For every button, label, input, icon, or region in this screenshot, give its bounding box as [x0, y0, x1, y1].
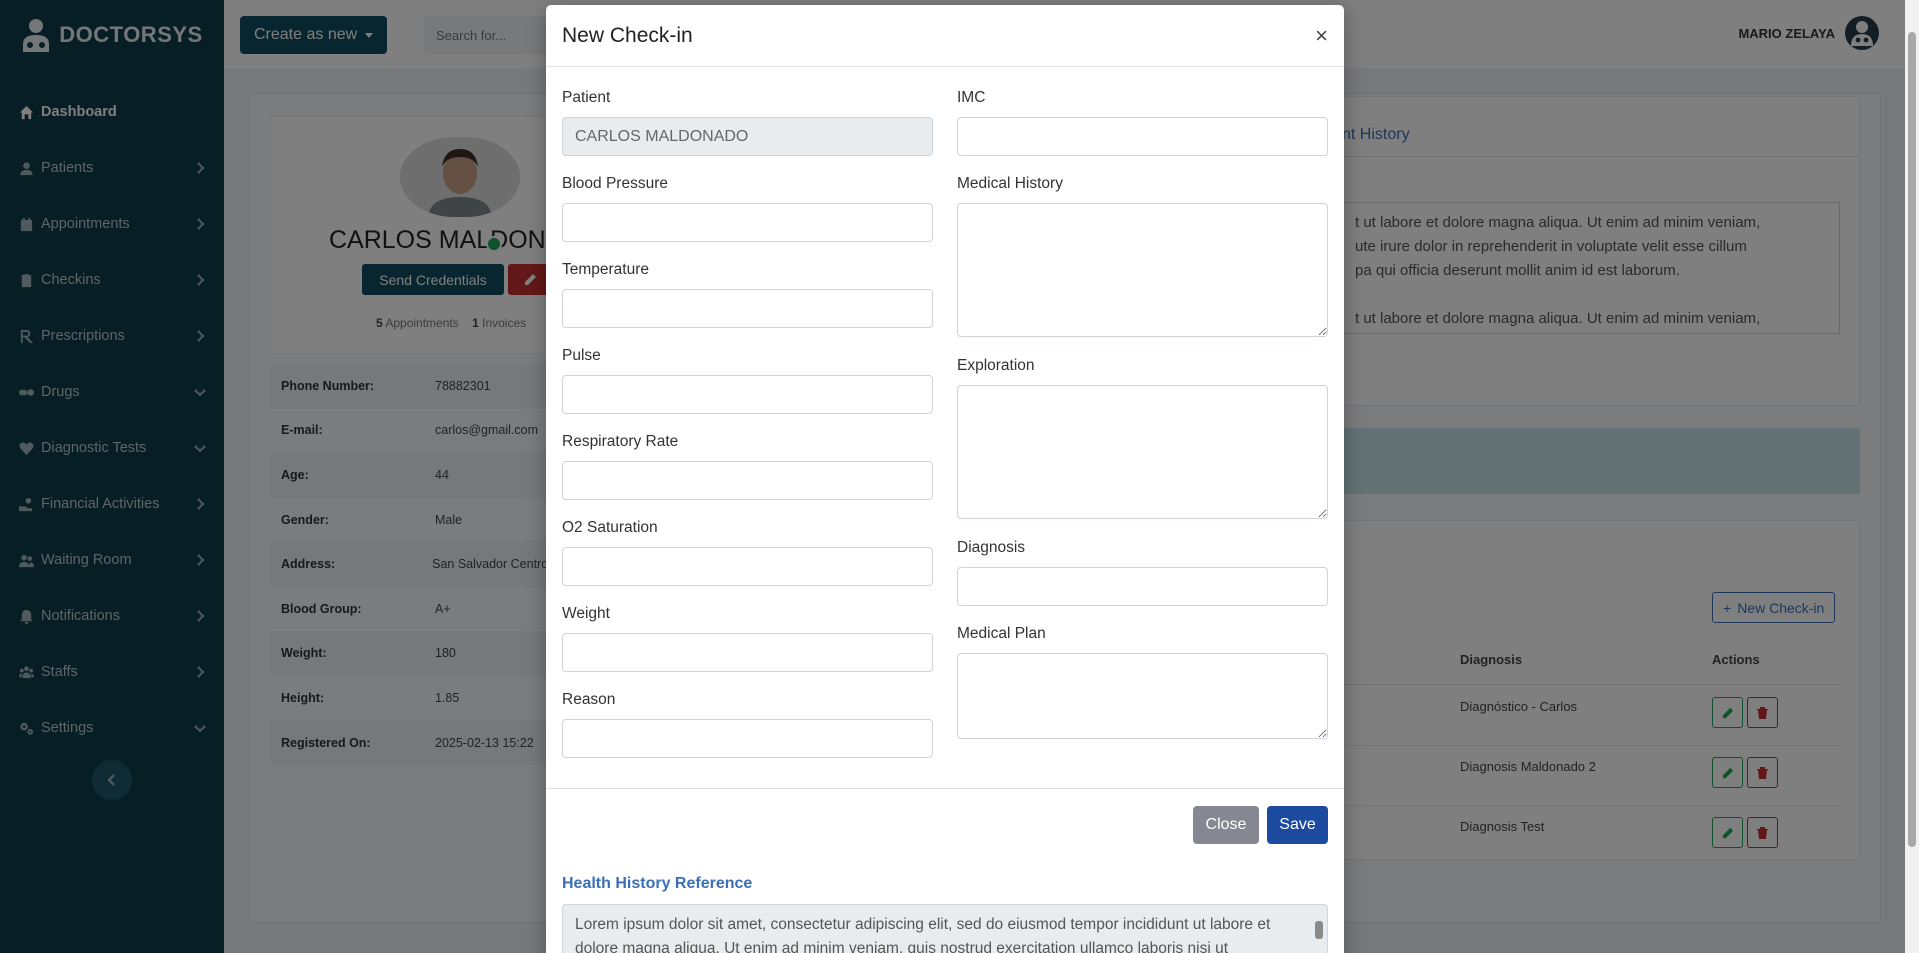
save-button[interactable]: Save [1267, 806, 1328, 844]
blood-pressure-input[interactable] [562, 203, 933, 242]
modal-title: New Check-in [562, 23, 693, 47]
reason-label: Reason [562, 691, 616, 708]
temperature-label: Temperature [562, 261, 650, 278]
field-reason: Reason [562, 691, 933, 758]
reason-input[interactable] [562, 719, 933, 758]
medical-plan-label: Medical Plan [957, 625, 1046, 642]
close-icon[interactable]: × [1315, 23, 1328, 49]
pulse-input[interactable] [562, 375, 933, 414]
diagnosis-label: Diagnosis [957, 539, 1026, 556]
field-blood-pressure: Blood Pressure [562, 175, 933, 242]
exploration-textarea[interactable] [957, 385, 1328, 519]
health-history-reference-box[interactable]: Lorem ipsum dolor sit amet, consectetur … [562, 904, 1328, 953]
medical-history-label: Medical History [957, 175, 1063, 192]
patient-label: Patient [562, 89, 611, 106]
checkin-form: Patient Blood Pressure Temperature Pulse… [546, 67, 1344, 787]
field-medical-history: Medical History [957, 175, 1328, 337]
field-pulse: Pulse [562, 347, 933, 414]
field-respiratory-rate: Respiratory Rate [562, 433, 933, 500]
weight-input[interactable] [562, 633, 933, 672]
field-patient: Patient [562, 89, 933, 156]
modal-header: New Check-in × [546, 5, 1344, 67]
diagnosis-input[interactable] [957, 567, 1328, 606]
field-weight: Weight [562, 605, 933, 672]
imc-label: IMC [957, 89, 986, 106]
weight-label: Weight [562, 605, 610, 622]
o2-saturation-input[interactable] [562, 547, 933, 586]
field-exploration: Exploration [957, 357, 1328, 519]
new-checkin-modal: New Check-in × Patient Blood Pressure Te… [546, 5, 1344, 953]
pulse-label: Pulse [562, 347, 601, 364]
page-scrollbar[interactable] [1905, 0, 1919, 953]
o2-saturation-label: O2 Saturation [562, 519, 658, 536]
health-history-scrollbar[interactable] [1315, 909, 1323, 953]
patient-input[interactable] [562, 117, 933, 156]
blood-pressure-label: Blood Pressure [562, 175, 668, 192]
health-history-reference-text: Lorem ipsum dolor sit amet, consectetur … [575, 916, 1271, 953]
modal-footer-divider [546, 788, 1344, 789]
medical-plan-textarea[interactable] [957, 653, 1328, 739]
medical-history-textarea[interactable] [957, 203, 1328, 337]
field-diagnosis: Diagnosis [957, 539, 1328, 606]
scrollbar-thumb[interactable] [1315, 921, 1323, 939]
field-imc: IMC [957, 89, 1328, 156]
exploration-label: Exploration [957, 357, 1035, 374]
field-temperature: Temperature [562, 261, 933, 328]
respiratory-rate-input[interactable] [562, 461, 933, 500]
scrollbar-thumb[interactable] [1908, 32, 1916, 847]
temperature-input[interactable] [562, 289, 933, 328]
field-o2-saturation: O2 Saturation [562, 519, 933, 586]
field-medical-plan: Medical Plan [957, 625, 1328, 739]
imc-input[interactable] [957, 117, 1328, 156]
close-button[interactable]: Close [1193, 806, 1259, 844]
health-history-reference-title: Health History Reference [562, 875, 753, 892]
respiratory-rate-label: Respiratory Rate [562, 433, 679, 450]
